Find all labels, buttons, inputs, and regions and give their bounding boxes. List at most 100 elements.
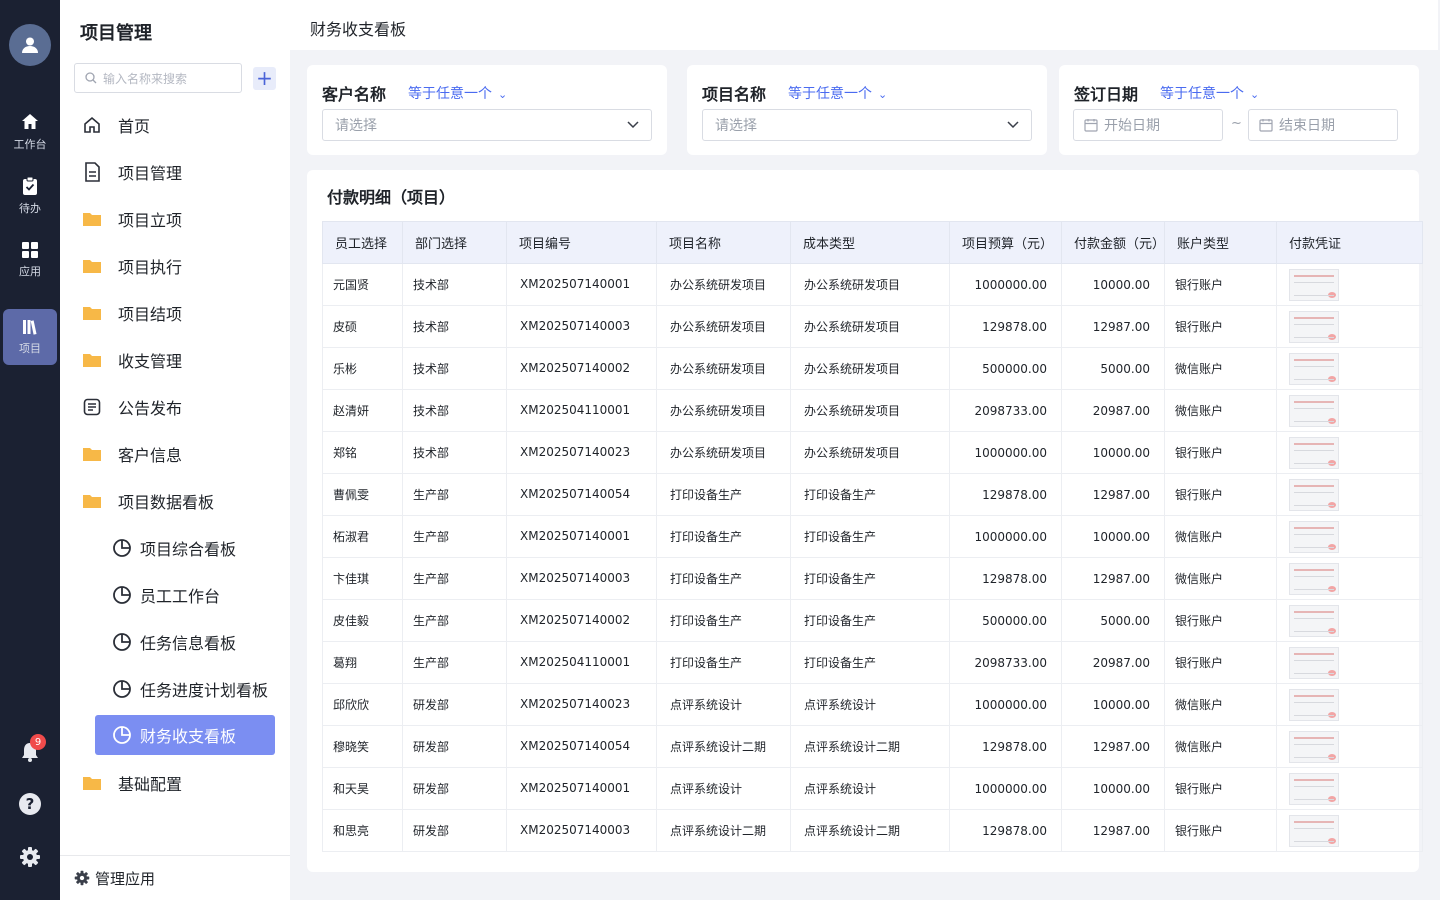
voucher-stamp-icon <box>1328 501 1336 508</box>
table-row[interactable]: 元国贤 技术部 XM202507140001 办公系统研发项目 办公系统研发项目 1000… <box>322 263 1423 306</box>
table-cell: 生产部 <box>402 473 507 516</box>
table-cell: 打印设备生产 <box>656 641 791 684</box>
user-avatar[interactable] <box>9 24 51 66</box>
manage-app-button[interactable]: 管理应用 <box>60 855 290 900</box>
filter-operator-label: 等于任意一个 <box>408 86 492 102</box>
sidebar: 项目管理 输入名称来搜索 + 首页 项目管理 项目立项 项目执行 项目结项 收支… <box>60 0 290 900</box>
payment-voucher-thumbnail[interactable] <box>1289 772 1339 805</box>
table-row[interactable]: 柘淑君 生产部 XM202507140001 打印设备生产 打印设备生产 1000000.… <box>322 515 1423 558</box>
voucher-stamp-icon <box>1328 753 1336 760</box>
settings-gear-icon[interactable] <box>18 845 42 869</box>
sidebar-subitem-label: 任务进度计划看板 <box>140 680 269 700</box>
sidebar-subitem-finance-dashboard[interactable]: 财务收支看板 <box>95 715 275 755</box>
table-row[interactable]: 皮佳毅 生产部 XM202507140002 打印设备生产 打印设备生产 500000.0… <box>322 599 1423 642</box>
rail-item-project[interactable]: 项目 <box>3 309 57 365</box>
notification-count-badge: 9 <box>30 734 46 750</box>
sidebar-item-home[interactable]: 首页 <box>60 101 290 148</box>
filter-operator-dropdown[interactable]: 等于任意一个 ⌄ <box>1160 83 1259 103</box>
books-icon <box>23 320 37 335</box>
sidebar-item-label: 项目执行 <box>118 257 183 277</box>
payment-voucher-thumbnail[interactable] <box>1289 814 1339 847</box>
payment-voucher-thumbnail[interactable] <box>1289 478 1339 511</box>
table-row[interactable]: 曹佩雯 生产部 XM202507140054 打印设备生产 打印设备生产 129878.0… <box>322 473 1423 516</box>
home-icon <box>22 114 38 129</box>
column-header[interactable]: 项目预算（元） <box>949 221 1062 264</box>
table-row[interactable]: 穆晓笑 研发部 XM202507140054 点评系统设计二期 点评系统设计二期 1298… <box>322 725 1423 768</box>
add-item-button[interactable]: + <box>253 67 276 90</box>
project-name-select[interactable]: 请选择 <box>702 109 1032 141</box>
column-header[interactable]: 付款凭证 <box>1276 221 1423 264</box>
table-cell: 打印设备生产 <box>656 515 791 558</box>
sidebar-subitem-overview-dashboard[interactable]: 项目综合看板 <box>60 524 290 571</box>
sidebar-item-project-closure[interactable]: 项目结项 <box>60 289 290 336</box>
table-row[interactable]: 葛翔 生产部 XM202504110001 打印设备生产 打印设备生产 2098733.0… <box>322 641 1423 684</box>
payment-voucher-thumbnail[interactable] <box>1289 520 1339 553</box>
column-header[interactable]: 项目名称 <box>656 221 791 264</box>
voucher-cell <box>1276 431 1423 474</box>
voucher-cell <box>1276 557 1423 600</box>
table-cell: 技术部 <box>402 263 507 306</box>
payment-voucher-thumbnail[interactable] <box>1289 604 1339 637</box>
payment-voucher-thumbnail[interactable] <box>1289 646 1339 679</box>
payment-voucher-thumbnail[interactable] <box>1289 730 1339 763</box>
filter-operator-dropdown[interactable]: 等于任意一个 ⌄ <box>408 83 507 103</box>
customer-select[interactable]: 请选择 <box>322 109 652 141</box>
sidebar-item-project-execution[interactable]: 项目执行 <box>60 242 290 289</box>
rail-item-workbench[interactable]: 工作台 <box>3 104 57 160</box>
sidebar-search-input[interactable]: 输入名称来搜索 <box>74 63 242 93</box>
column-header[interactable]: 付款金额（元） <box>1061 221 1165 264</box>
column-header[interactable]: 部门选择 <box>402 221 507 264</box>
table-cell: 微信账户 <box>1164 557 1277 600</box>
table-cell: XM202504110001 <box>506 389 657 432</box>
sidebar-item-income-expense[interactable]: 收支管理 <box>60 336 290 383</box>
table-row[interactable]: 邱欣欣 研发部 XM202507140023 点评系统设计 点评系统设计 1000000.… <box>322 683 1423 726</box>
date-placeholder: 开始日期 <box>1104 118 1160 134</box>
table-cell: 12987.00 <box>1061 557 1165 600</box>
payment-voucher-thumbnail[interactable] <box>1289 562 1339 595</box>
column-header[interactable]: 员工选择 <box>322 221 403 264</box>
sidebar-item-project-management[interactable]: 项目管理 <box>60 148 290 195</box>
rail-item-apps[interactable]: 应用 <box>3 232 57 288</box>
table-row[interactable]: 赵清妍 技术部 XM202504110001 办公系统研发项目 办公系统研发项目 2098… <box>322 389 1423 432</box>
table-cell: 500000.00 <box>949 347 1062 390</box>
sidebar-subitem-employee-workbench[interactable]: 员工工作台 <box>60 571 290 618</box>
table-cell: 和天昊 <box>322 767 403 810</box>
payment-voucher-thumbnail[interactable] <box>1289 688 1339 721</box>
column-header[interactable]: 项目编号 <box>506 221 657 264</box>
rail-item-todo[interactable]: 待办 <box>3 168 57 224</box>
sidebar-item-announcement[interactable]: 公告发布 <box>60 383 290 430</box>
folder-icon <box>82 350 102 370</box>
column-header[interactable]: 账户类型 <box>1164 221 1277 264</box>
table-row[interactable]: 乐彬 技术部 XM202507140002 办公系统研发项目 办公系统研发项目 50000… <box>322 347 1423 390</box>
sidebar-item-project-initiation[interactable]: 项目立项 <box>60 195 290 242</box>
payment-voucher-thumbnail[interactable] <box>1289 310 1339 343</box>
sidebar-subitem-task-progress-dashboard[interactable]: 任务进度计划看板 <box>60 665 290 712</box>
table-cell: 2098733.00 <box>949 641 1062 684</box>
sidebar-item-customer-info[interactable]: 客户信息 <box>60 430 290 477</box>
voucher-stamp-icon <box>1328 291 1336 298</box>
payment-voucher-thumbnail[interactable] <box>1289 394 1339 427</box>
sidebar-item-project-dashboard[interactable]: 项目数据看板 <box>60 477 290 524</box>
rail-item-label: 待办 <box>19 202 41 215</box>
table-row[interactable]: 和思亮 研发部 XM202507140003 点评系统设计二期 点评系统设计二期 1298… <box>322 809 1423 852</box>
sidebar-subitem-task-info-dashboard[interactable]: 任务信息看板 <box>60 618 290 665</box>
payment-voucher-thumbnail[interactable] <box>1289 352 1339 385</box>
payment-voucher-thumbnail[interactable] <box>1289 436 1339 469</box>
table-cell: 办公系统研发项目 <box>656 431 791 474</box>
filter-label: 项目名称 <box>702 85 767 104</box>
sidebar-item-basic-config[interactable]: 基础配置 <box>60 759 290 806</box>
end-date-input[interactable]: 结束日期 <box>1248 109 1398 141</box>
filter-operator-dropdown[interactable]: 等于任意一个 ⌄ <box>788 83 887 103</box>
table-row[interactable]: 和天昊 研发部 XM202507140001 点评系统设计 点评系统设计 1000000.… <box>322 767 1423 810</box>
column-header[interactable]: 成本类型 <box>790 221 950 264</box>
table-cell: 12987.00 <box>1061 725 1165 768</box>
help-icon[interactable]: ? <box>18 792 42 816</box>
payment-voucher-thumbnail[interactable] <box>1289 268 1339 301</box>
table-row[interactable]: 郑铭 技术部 XM202507140023 办公系统研发项目 办公系统研发项目 10000… <box>322 431 1423 474</box>
table-cell: 办公系统研发项目 <box>656 347 791 390</box>
table-cell: 邱欣欣 <box>322 683 403 726</box>
table-row[interactable]: 卞佳琪 生产部 XM202507140003 打印设备生产 打印设备生产 129878.0… <box>322 557 1423 600</box>
table-row[interactable]: 皮硕 技术部 XM202507140003 办公系统研发项目 办公系统研发项目 12987… <box>322 305 1423 348</box>
start-date-input[interactable]: 开始日期 <box>1073 109 1223 141</box>
table-cell: 129878.00 <box>949 557 1062 600</box>
